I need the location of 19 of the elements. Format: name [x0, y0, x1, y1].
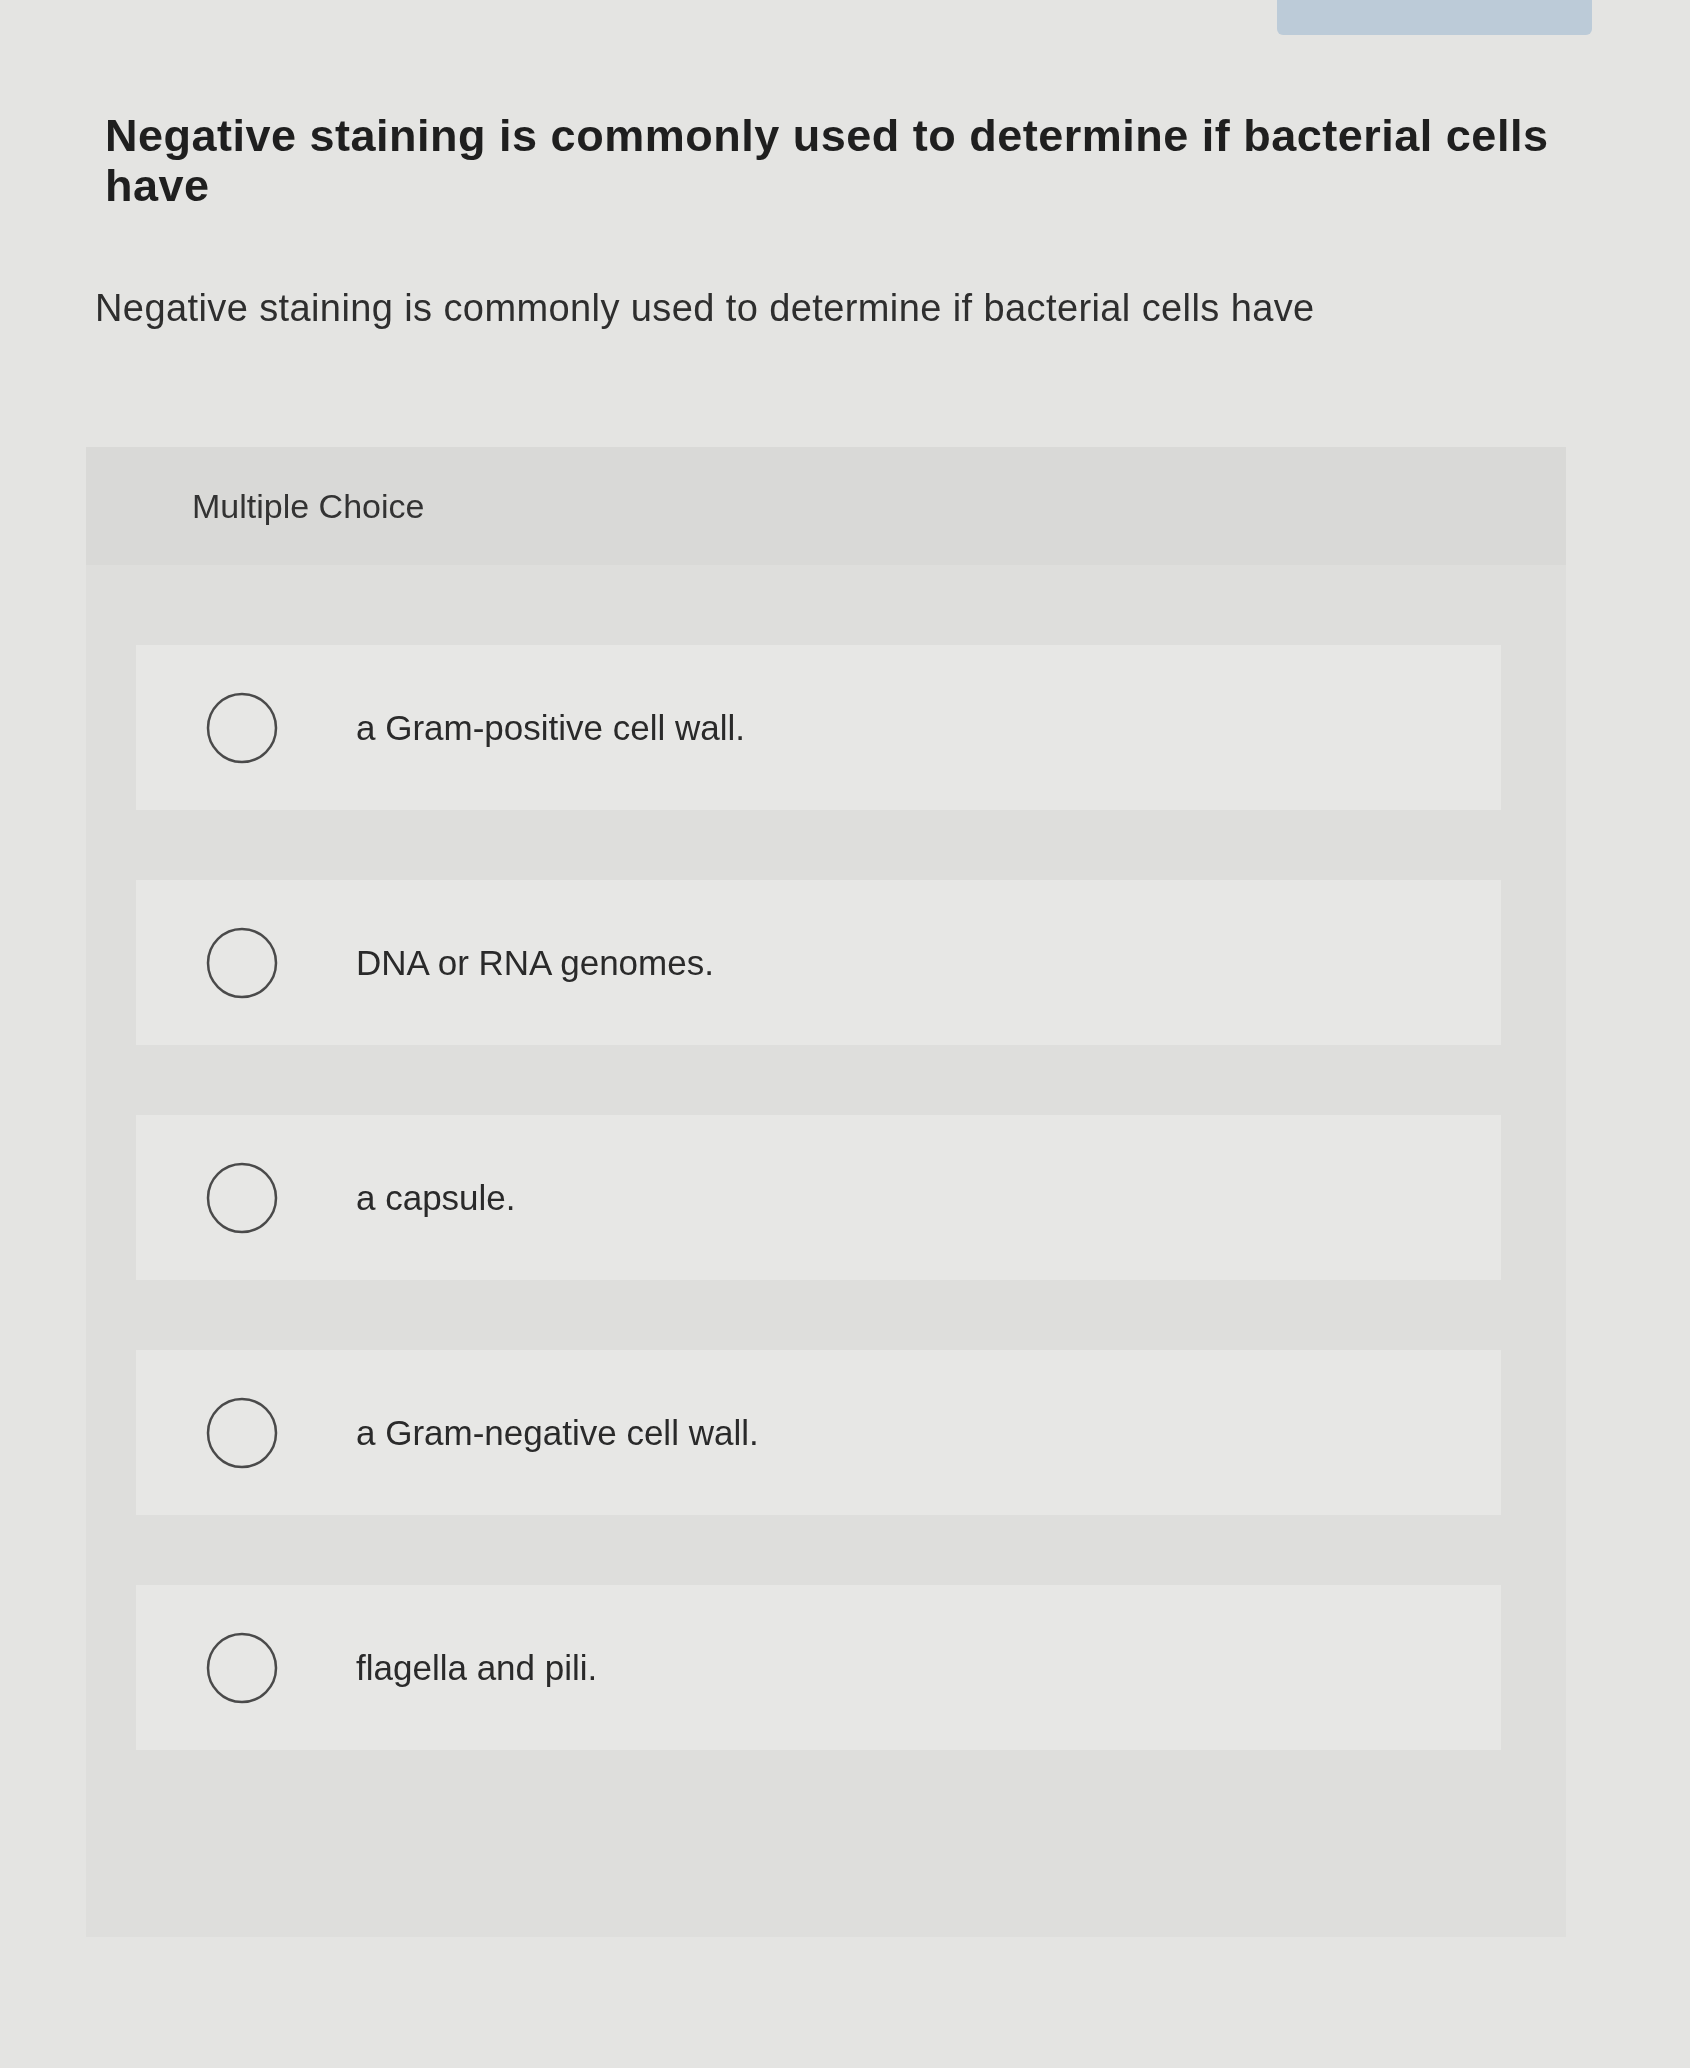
check-button[interactable] [1277, 0, 1592, 35]
option-label: a capsule. [356, 1177, 516, 1218]
radio-button-icon[interactable] [206, 1396, 278, 1469]
multiple-choice-label: Multiple Choice [192, 486, 425, 526]
question-prompt: Negative staining is commonly used to determine if bacterial cells have [95, 286, 1316, 331]
option-label: DNA or RNA genomes. [356, 942, 714, 983]
answer-option[interactable]: DNA or RNA genomes. [136, 880, 1501, 1045]
radio-button-icon[interactable] [206, 691, 278, 764]
answer-option[interactable]: a Gram-negative cell wall. [136, 1350, 1501, 1515]
radio-button-icon[interactable] [206, 926, 278, 999]
radio-button-icon[interactable] [206, 1161, 278, 1234]
answer-option[interactable]: a Gram-positive cell wall. [136, 645, 1501, 810]
option-label: a Gram-negative cell wall. [356, 1412, 759, 1453]
answer-option[interactable]: a capsule. [136, 1115, 1501, 1280]
option-label: flagella and pili. [356, 1647, 598, 1688]
radio-button-icon[interactable] [206, 1631, 278, 1704]
question-title: Negative staining is commonly used to determine if bacterial cells have [105, 111, 1550, 211]
option-label: a Gram-positive cell wall. [356, 707, 745, 748]
answer-option[interactable]: flagella and pili. [136, 1585, 1501, 1750]
